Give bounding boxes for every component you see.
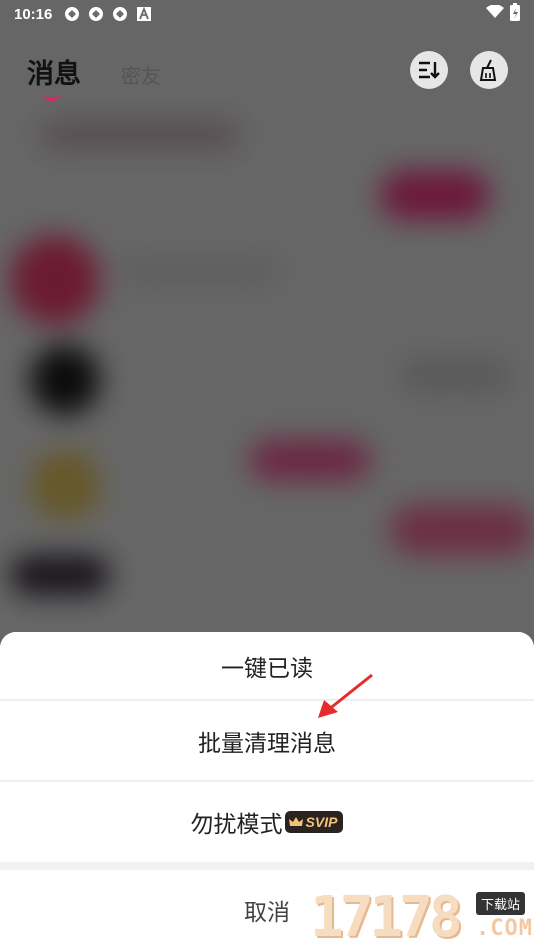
watermark-digits: 17178 <box>310 885 463 950</box>
clean-button[interactable] <box>470 51 508 89</box>
batch-clean-messages-label: 批量清理消息 <box>198 730 336 757</box>
status-time: 10:16 <box>14 5 53 23</box>
watermark-tag: 下载站 <box>476 892 526 915</box>
site-watermark: 17178 下载站 .COM <box>310 886 534 950</box>
list-item <box>120 260 280 280</box>
list-item <box>40 120 240 150</box>
sort-icon <box>419 61 440 79</box>
avatar <box>10 555 110 595</box>
red-arrow-annotation <box>318 673 373 718</box>
list-item <box>400 360 510 390</box>
svip-badge: SVIP <box>284 811 344 833</box>
app-notification-icon <box>88 6 104 22</box>
active-tab-indicator <box>42 90 62 101</box>
status-bar: 10:16 <box>0 0 534 28</box>
watermark-domain: .COM <box>476 916 533 941</box>
battery-charging-icon <box>510 3 520 25</box>
mark-all-read-button[interactable]: 一键已读 <box>0 632 534 700</box>
crown-icon <box>288 816 303 826</box>
svip-badge-text: SVIP <box>305 814 338 830</box>
tab-close-friends[interactable]: 密友 <box>121 60 161 89</box>
list-item <box>390 505 534 555</box>
broom-clean-icon <box>479 59 497 81</box>
wifi-icon <box>486 4 504 23</box>
avatar <box>10 235 100 325</box>
avatar <box>30 345 100 415</box>
top-header: 消息 密友 <box>0 40 534 110</box>
a-notification-icon <box>136 6 152 22</box>
avatar <box>30 450 100 520</box>
list-item <box>250 440 370 480</box>
cancel-label: 取消 <box>244 900 290 926</box>
sort-button[interactable] <box>410 51 448 89</box>
do-not-disturb-button[interactable]: 勿扰模式 SVIP <box>0 782 534 862</box>
tab-messages[interactable]: 消息 <box>27 52 81 91</box>
mark-all-read-label: 一键已读 <box>221 655 313 682</box>
list-item <box>380 170 490 220</box>
app-notification-icon <box>64 6 80 22</box>
batch-clean-messages-button[interactable]: 批量清理消息 <box>0 701 534 781</box>
app-notification-icon <box>112 6 128 22</box>
blurred-conversation-list <box>0 110 534 670</box>
do-not-disturb-label: 勿扰模式 <box>190 812 283 838</box>
